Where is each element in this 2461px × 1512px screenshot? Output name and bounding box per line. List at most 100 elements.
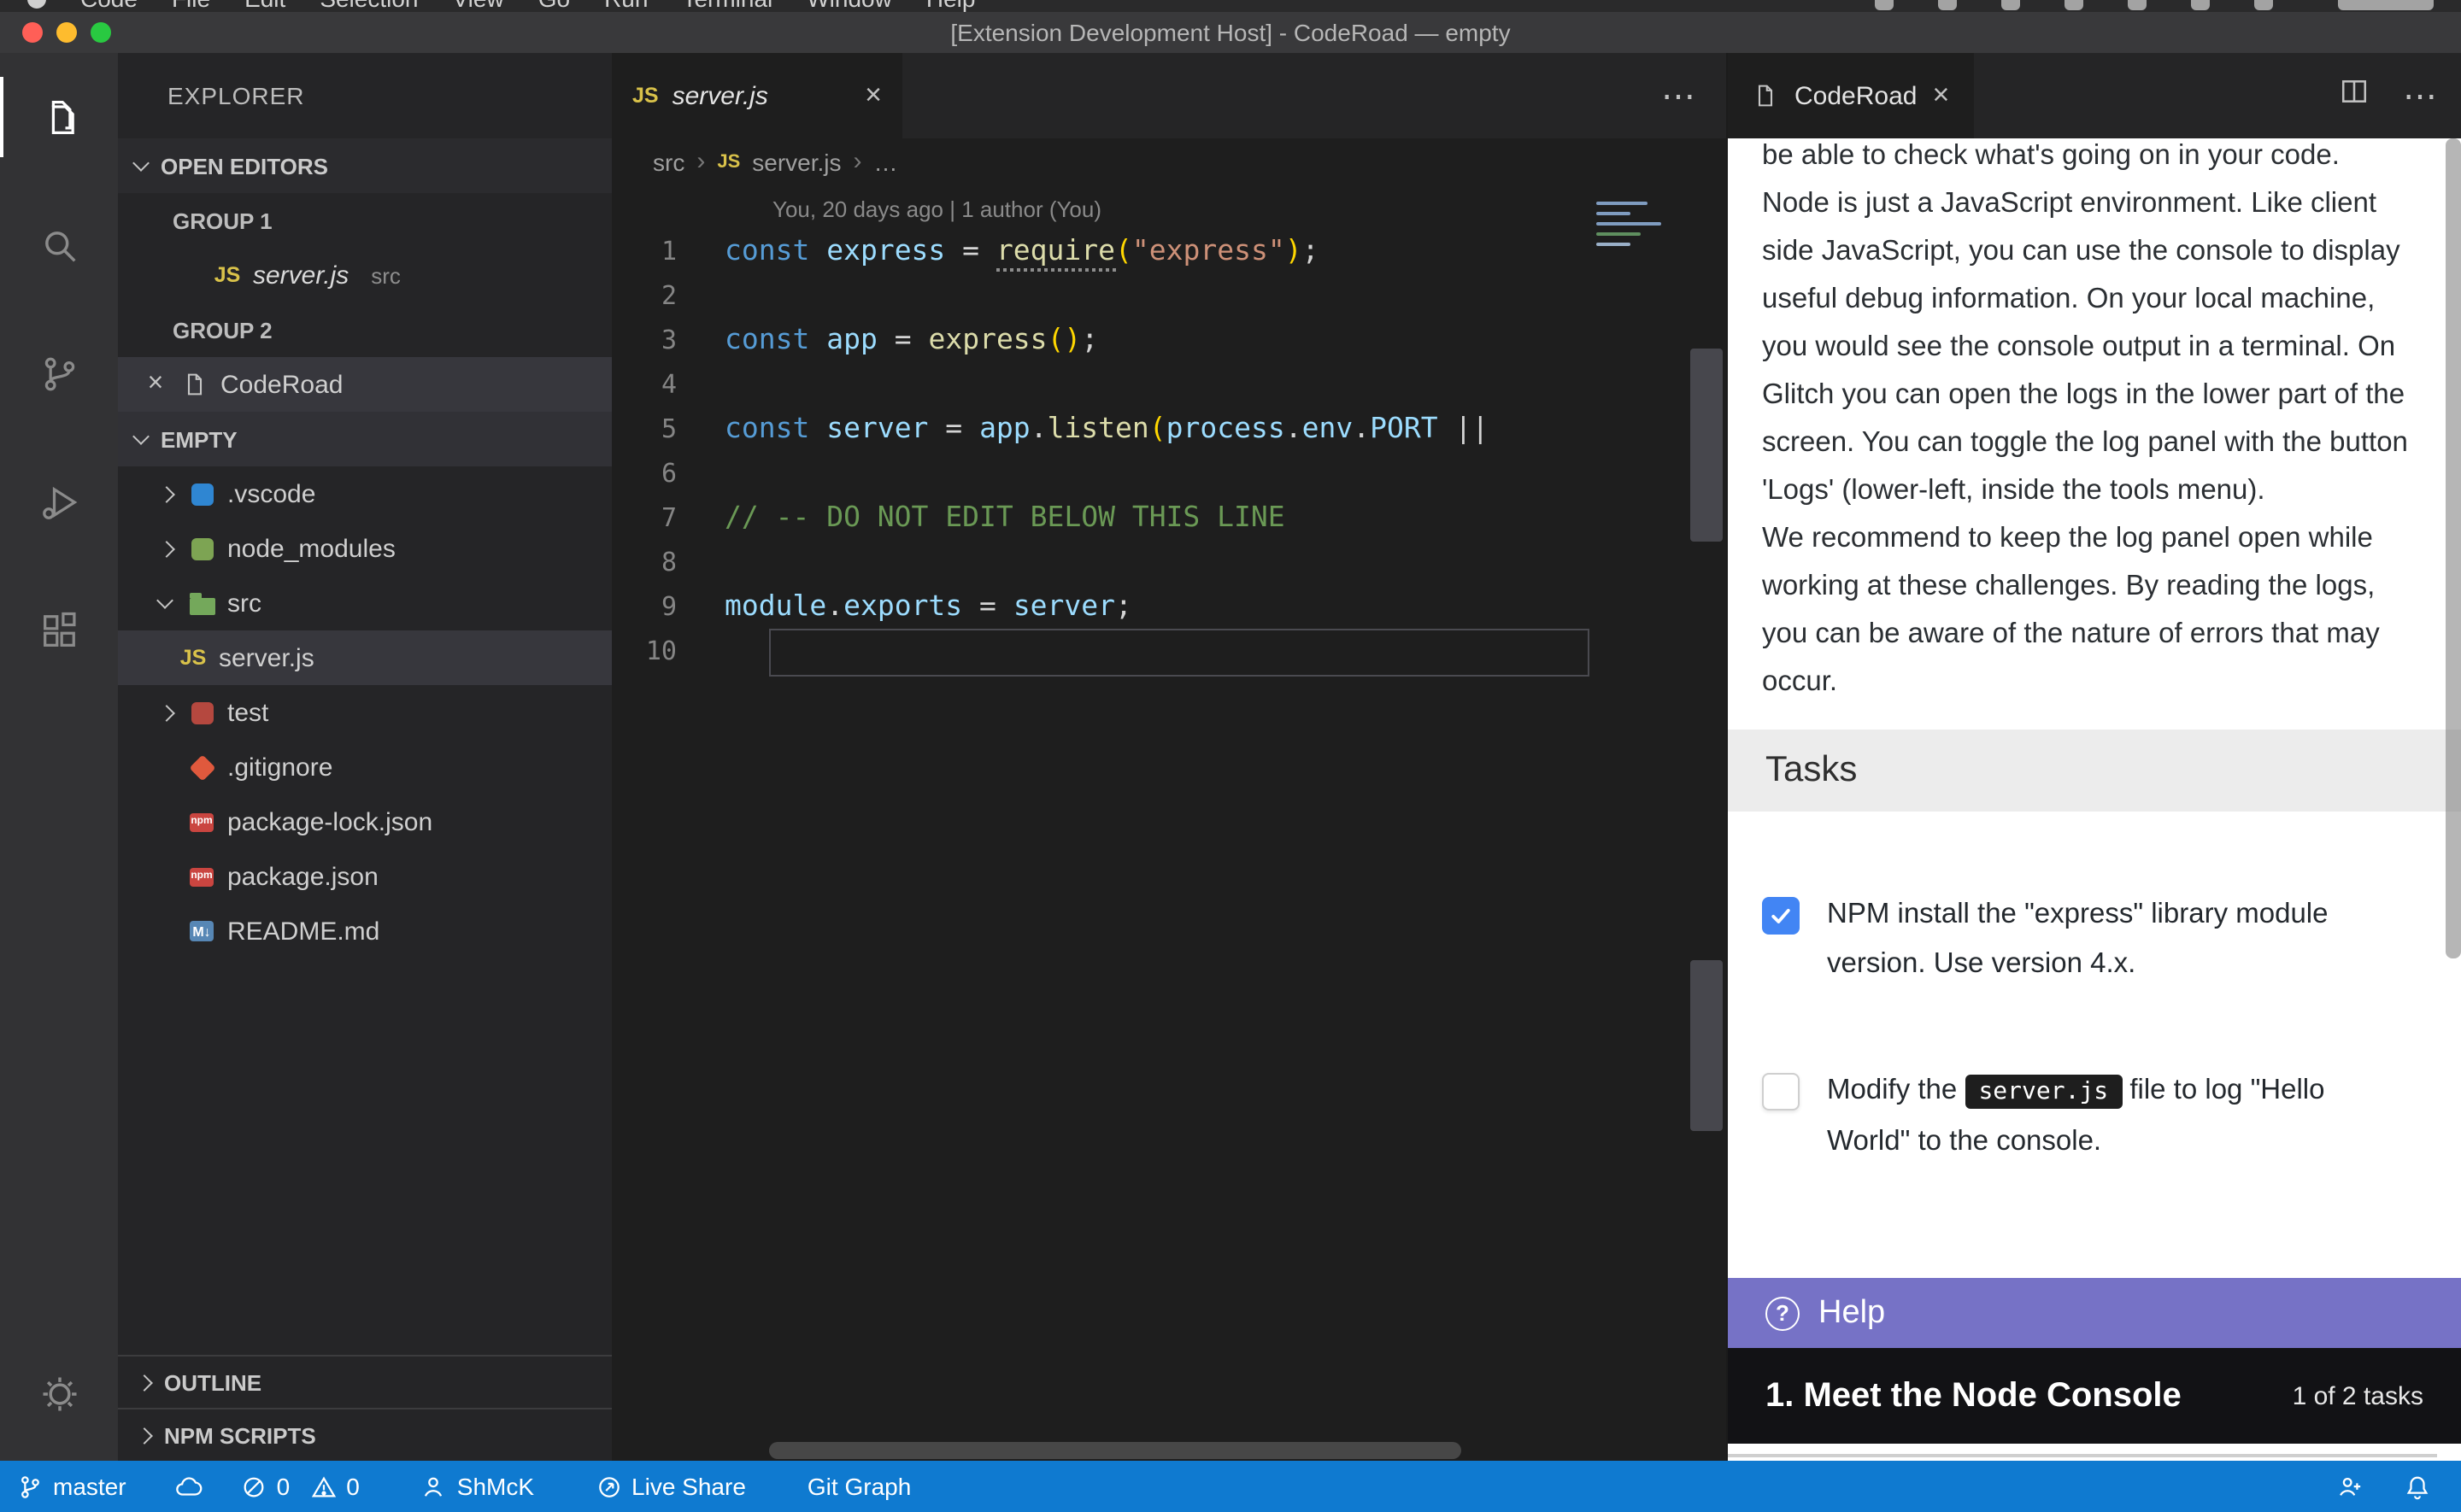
tree-item-src[interactable]: src — [118, 576, 612, 630]
run-debug-icon[interactable] — [0, 437, 118, 566]
menubar-status-icon[interactable] — [1875, 0, 1894, 10]
tab-coderoad[interactable]: CodeRoad × — [1728, 53, 1973, 138]
horizontal-scrollbar[interactable] — [769, 1442, 1658, 1459]
code-token: server — [1013, 589, 1115, 622]
file-icon — [181, 371, 209, 398]
notifications-bell[interactable] — [2405, 1474, 2430, 1499]
split-editor-icon[interactable] — [2340, 77, 2369, 114]
extensions-icon[interactable] — [0, 566, 118, 694]
settings-gear-icon[interactable] — [0, 1345, 118, 1444]
code-line: 1 const express = require("express"); — [612, 229, 1726, 273]
person-icon — [421, 1474, 447, 1499]
code-token: require — [996, 234, 1115, 272]
account-status[interactable]: ShMcK — [421, 1473, 534, 1500]
code-token: express — [928, 323, 1047, 355]
menubar-status-icon[interactable] — [2254, 0, 2273, 10]
breadcrumb-server-js[interactable]: server.js — [752, 148, 841, 175]
title-bar: [Extension Development Host] - CodeRoad … — [0, 12, 2461, 53]
code-line-current: 10 — [612, 629, 1726, 673]
lesson-footer: 1. Meet the Node Console 1 of 2 tasks — [1728, 1348, 2461, 1444]
close-icon[interactable]: × — [142, 369, 169, 400]
git-branch-status[interactable]: master — [17, 1473, 126, 1500]
menu-item-window[interactable]: Window — [807, 0, 892, 12]
task-text: NPM install the "express" library module… — [1827, 890, 2410, 989]
codelens-annotation[interactable]: You, 20 days ago | 1 author (You) — [612, 191, 1726, 229]
code-editor[interactable]: You, 20 days ago | 1 author (You) 1 cons… — [612, 185, 1726, 673]
breadcrumb-src[interactable]: src — [653, 148, 684, 175]
code-token: // -- DO NOT EDIT BELOW THIS LINE — [725, 501, 1285, 533]
menubar-status-icon[interactable] — [2065, 0, 2083, 10]
open-editor-server-js[interactable]: JS server.js src — [118, 248, 612, 302]
problems-status[interactable]: 0 0 — [241, 1473, 360, 1500]
menu-item-selection[interactable]: Selection — [320, 0, 418, 12]
chevron-right-icon — [157, 540, 174, 557]
scrollbar-decoration[interactable] — [1690, 960, 1723, 1131]
explorer-files-icon[interactable] — [0, 53, 118, 181]
code-line: 4 — [612, 362, 1726, 407]
menu-item-code[interactable]: Code — [80, 0, 138, 12]
menubar-status-icon[interactable] — [2001, 0, 2020, 10]
menu-item-help[interactable]: Help — [926, 0, 976, 12]
apple-menu-icon[interactable] — [27, 0, 46, 9]
outline-section-header[interactable]: OUTLINE — [118, 1355, 612, 1408]
menu-item-go[interactable]: Go — [538, 0, 570, 12]
menu-item-file[interactable]: File — [172, 0, 210, 12]
open-editors-header[interactable]: OPEN EDITORS — [118, 138, 612, 193]
zoom-window-button[interactable] — [91, 22, 111, 43]
close-icon[interactable]: × — [865, 79, 882, 113]
test-folder-icon — [191, 701, 213, 724]
lesson-title: 1. Meet the Node Console — [1765, 1376, 2182, 1415]
tree-item-server-js[interactable]: JS server.js — [118, 630, 612, 685]
checkbox-checked[interactable] — [1762, 897, 1800, 935]
checkbox-unchecked[interactable] — [1762, 1073, 1800, 1111]
editor-overview-ruler — [1687, 185, 1726, 1440]
scrollbar-decoration[interactable] — [1690, 349, 1723, 542]
webview-scrollbar-thumb[interactable] — [2446, 138, 2461, 958]
sync-status[interactable] — [174, 1474, 203, 1499]
tree-item-gitignore[interactable]: .gitignore — [118, 740, 612, 794]
menu-item-edit[interactable]: Edit — [244, 0, 285, 12]
menubar-status-icon[interactable] — [1938, 0, 1957, 10]
code-line: 6 — [612, 451, 1726, 495]
open-editor-coderoad[interactable]: × CodeRoad — [118, 357, 612, 412]
chevron-down-icon — [132, 155, 150, 172]
close-icon[interactable]: × — [1932, 79, 1949, 113]
breadcrumb-more[interactable]: … — [874, 148, 898, 175]
workspace-section-header[interactable]: EMPTY — [118, 412, 612, 466]
menubar-clock[interactable] — [2338, 0, 2434, 10]
more-actions-icon[interactable]: ⋯ — [2403, 74, 2437, 117]
code-token — [1438, 412, 1455, 444]
warning-triangle-icon — [310, 1474, 336, 1499]
tree-item-package-lock-json[interactable]: npm package-lock.json — [118, 794, 612, 849]
code-token: ( — [1149, 412, 1166, 444]
horizontal-scrollbar-thumb[interactable] — [769, 1442, 1461, 1459]
minimize-window-button[interactable] — [56, 22, 77, 43]
live-share-invite-status[interactable] — [2336, 1474, 2364, 1499]
git-graph-status[interactable]: Git Graph — [808, 1473, 911, 1500]
tree-item-node-modules[interactable]: node_modules — [118, 521, 612, 576]
menu-item-terminal[interactable]: Terminal — [682, 0, 772, 12]
menu-item-view[interactable]: View — [453, 0, 504, 12]
tree-item-readme-md[interactable]: M↓ README.md — [118, 904, 612, 958]
minimap[interactable] — [1593, 195, 1668, 246]
code-token: = — [945, 234, 996, 267]
menubar-status-icon[interactable] — [2128, 0, 2147, 10]
minimap-line — [1596, 222, 1661, 226]
search-icon[interactable] — [0, 181, 118, 309]
tree-item-package-json[interactable]: npm package.json — [118, 849, 612, 904]
close-window-button[interactable] — [22, 22, 43, 43]
menubar-status-icons[interactable] — [1875, 0, 2273, 10]
js-file-icon: JS — [214, 261, 241, 289]
npm-scripts-section-header[interactable]: NPM SCRIPTS — [118, 1408, 612, 1461]
live-share-status[interactable]: Live Share — [596, 1473, 746, 1500]
code-token: express — [826, 234, 945, 267]
menubar-status-icon[interactable] — [2191, 0, 2210, 10]
minimap-line — [1596, 212, 1630, 215]
more-actions-icon[interactable]: ⋯ — [1661, 53, 1695, 138]
menu-item-run[interactable]: Run — [604, 0, 648, 12]
help-accordion[interactable]: ? Help — [1728, 1278, 2461, 1348]
source-control-icon[interactable] — [0, 309, 118, 437]
tree-item-test[interactable]: test — [118, 685, 612, 740]
tree-item-vscode[interactable]: .vscode — [118, 466, 612, 521]
tab-server-js[interactable]: JS server.js × — [612, 53, 902, 138]
